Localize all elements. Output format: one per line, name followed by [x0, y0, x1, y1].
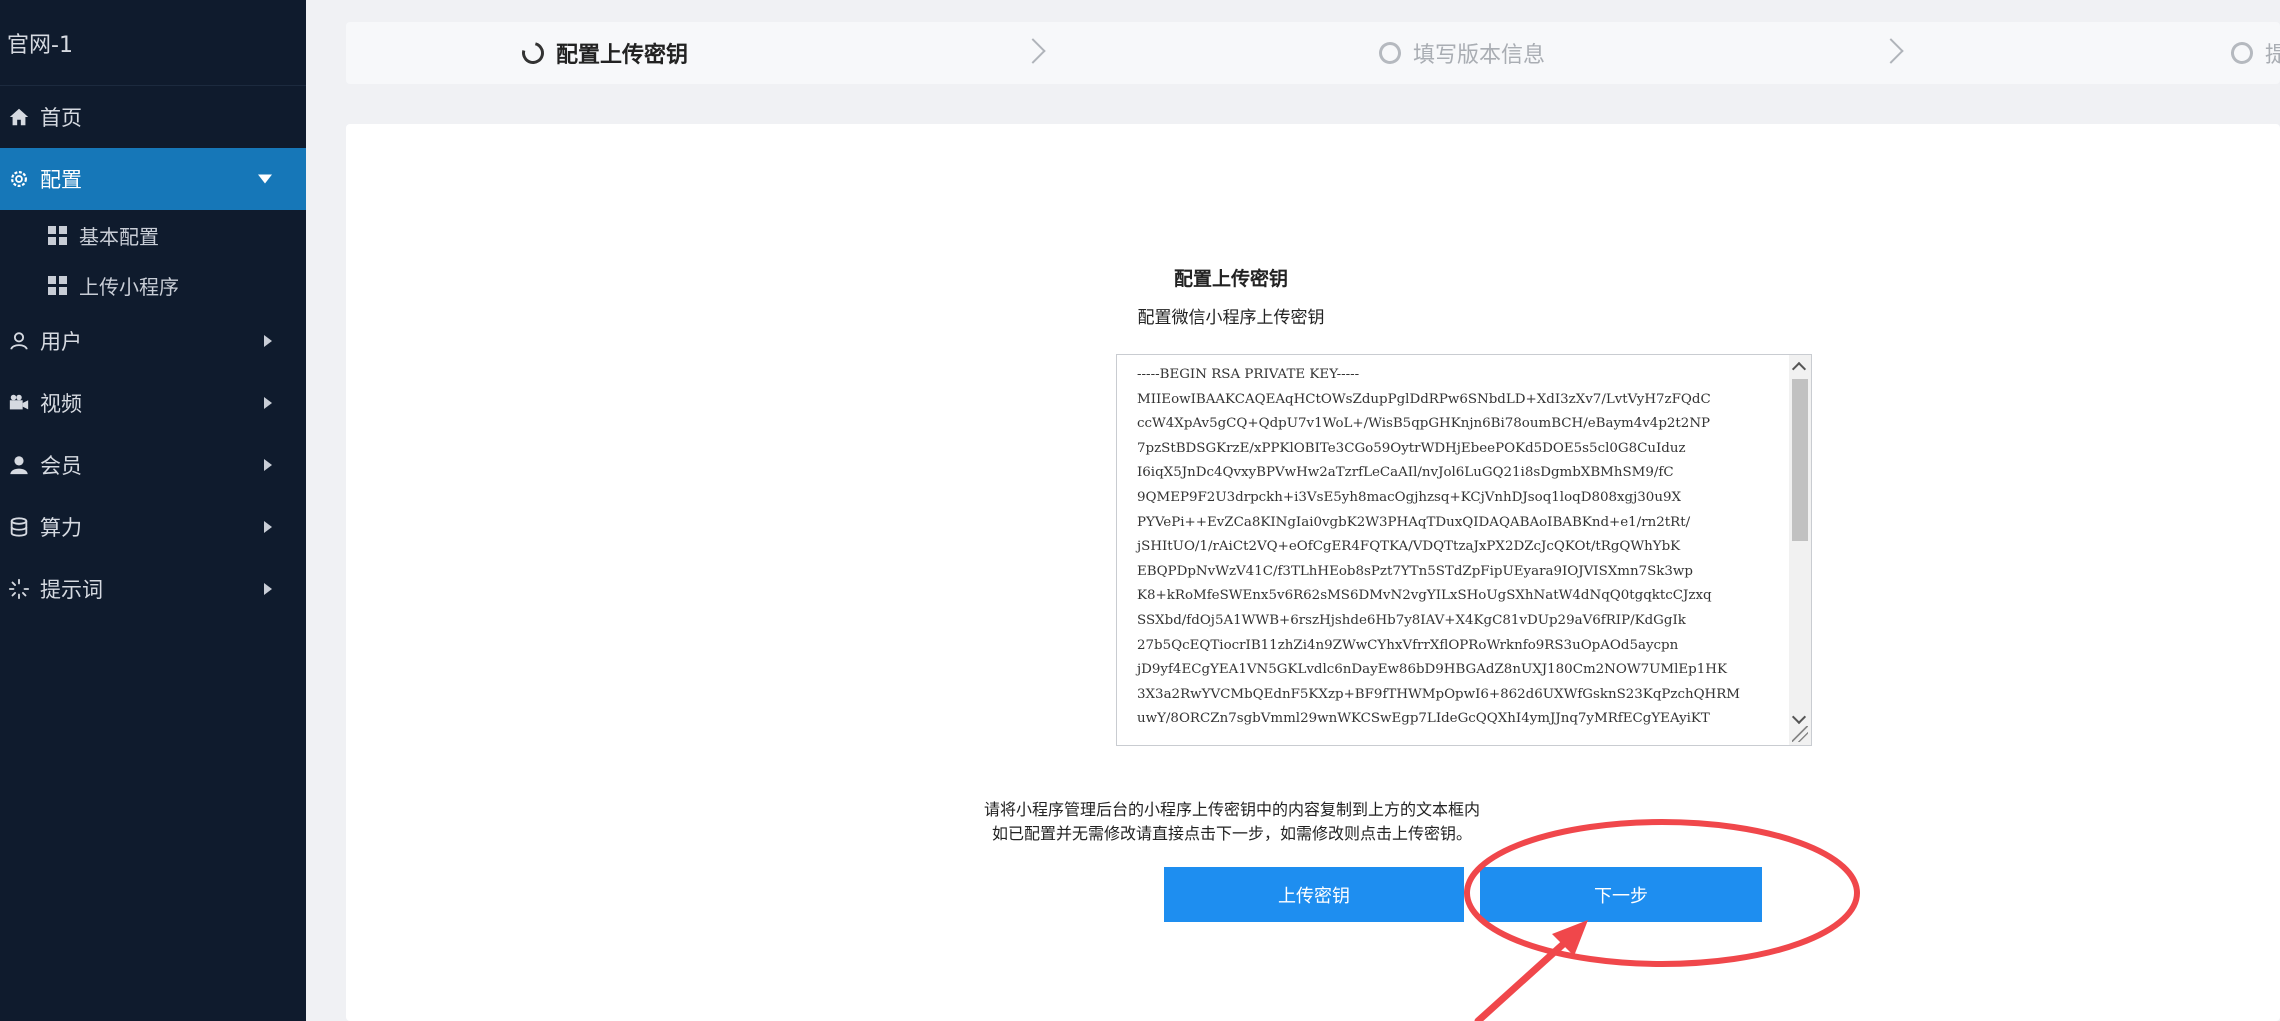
brand-title: 官网-1 [0, 0, 306, 86]
hint-line-2: 如已配置并无需修改请直接点击下一步，如需修改则点击上传密钥。 [991, 824, 1472, 843]
scroll-up-icon[interactable] [1791, 361, 1807, 377]
sidebar-item-home[interactable]: 首页 [0, 86, 306, 148]
grid-icon [48, 225, 67, 245]
sidebar-item-video[interactable]: 视频 [0, 372, 306, 434]
sidebar-item-label: 算力 [40, 516, 82, 540]
chevron-right-icon [1020, 38, 1046, 64]
sidebar-item-prompts[interactable]: 提示词 [0, 558, 306, 620]
sidebar-item-members[interactable]: 会员 [0, 434, 306, 496]
resize-handle-icon[interactable] [1792, 726, 1808, 742]
user-outline-icon [8, 330, 30, 352]
sidebar-item-compute[interactable]: 算力 [0, 496, 306, 558]
sidebar-item-users[interactable]: 用户 [0, 310, 306, 372]
step-label: 提 [2265, 43, 2280, 68]
private-key-textarea[interactable]: -----BEGIN RSA PRIVATE KEY----- MIIEowIB… [1116, 354, 1812, 746]
step-submit[interactable]: 提 [2226, 22, 2280, 84]
scrollbar-thumb[interactable] [1792, 379, 1808, 541]
chevron-right-icon [1878, 38, 1904, 64]
sidebar-item-label: 视频 [40, 392, 82, 416]
sidebar-subitem-label: 基本配置 [79, 224, 159, 249]
chevron-right-icon [264, 521, 272, 533]
page-subtitle: 配置微信小程序上传密钥 [1137, 308, 1325, 328]
page-title: 配置上传密钥 [1173, 268, 1288, 290]
sidebar-item-config[interactable]: 配置 [0, 148, 306, 210]
scrollbar[interactable] [1789, 355, 1811, 745]
chevron-right-icon [264, 335, 272, 347]
sidebar-subitem-label: 上传小程序 [79, 274, 179, 299]
next-step-button[interactable]: 下一步 [1480, 867, 1762, 922]
circle-icon [1374, 37, 1406, 69]
user-solid-icon [8, 454, 30, 476]
video-camera-icon [8, 392, 30, 414]
sidebar-item-label: 配置 [40, 168, 82, 192]
main-card: 配置上传密钥 配置微信小程序上传密钥 -----BEGIN RSA PRIVAT… [346, 124, 2280, 1021]
chevron-right-icon [264, 583, 272, 595]
chevron-right-icon [264, 459, 272, 471]
sidebar-subitem-basic-config[interactable]: 基本配置 [0, 210, 306, 260]
private-key-text: -----BEGIN RSA PRIVATE KEY----- MIIEowIB… [1137, 367, 1741, 727]
sidebar-item-label: 用户 [40, 330, 82, 354]
step-version-info[interactable]: 填写版本信息 [1374, 22, 1546, 84]
grid-icon [48, 275, 67, 295]
sidebar-item-label: 会员 [40, 454, 82, 478]
circle-icon [2226, 37, 2258, 69]
scroll-down-icon[interactable] [1791, 709, 1807, 725]
spinner-icon [8, 578, 30, 600]
sidebar-item-label: 首页 [40, 106, 82, 130]
sidebar: 官网-1 首页 配置 基本配置 上传小程序 用户 视频 会员 算力 提示词 [0, 0, 306, 1021]
database-icon [8, 516, 30, 538]
step-configure-key[interactable]: 配置上传密钥 [517, 22, 689, 84]
step-label: 配置上传密钥 [556, 43, 689, 68]
hint-line-1: 请将小程序管理后台的小程序上传密钥中的内容复制到上方的文本框内 [983, 800, 1480, 819]
steps-bar: 配置上传密钥 填写版本信息 提 [346, 22, 2280, 84]
gear-icon [8, 168, 30, 190]
chevron-right-icon [264, 397, 272, 409]
sidebar-subitem-upload-miniprogram[interactable]: 上传小程序 [0, 260, 306, 310]
home-icon [8, 106, 30, 128]
loading-ring-icon [517, 37, 549, 69]
upload-key-button[interactable]: 上传密钥 [1164, 867, 1464, 922]
chevron-down-icon [258, 174, 272, 184]
step-label: 填写版本信息 [1413, 43, 1546, 68]
sidebar-item-label: 提示词 [40, 578, 103, 602]
